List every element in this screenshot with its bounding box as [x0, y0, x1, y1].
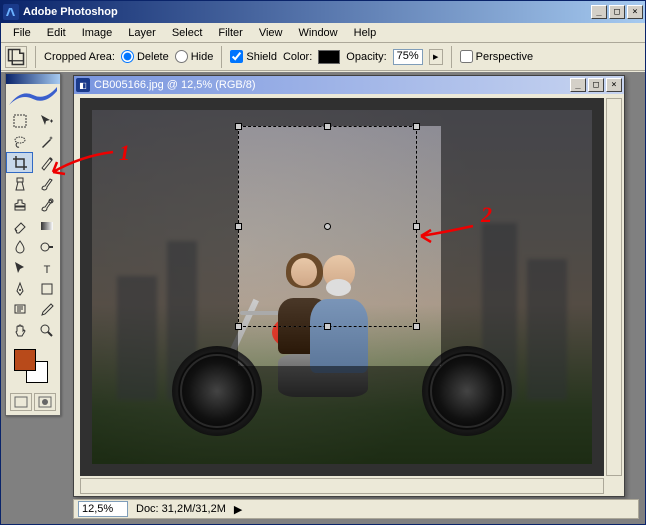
mode-buttons	[6, 393, 60, 415]
document-icon: ◧	[76, 78, 90, 92]
type-tool[interactable]: T	[33, 257, 60, 278]
crop-shield-top	[80, 98, 604, 126]
status-arrow-icon[interactable]: ▶	[234, 503, 242, 516]
app-icon	[3, 4, 19, 20]
menu-image[interactable]: Image	[74, 25, 121, 41]
slice-tool[interactable]	[33, 152, 60, 173]
app-title: Adobe Photoshop	[23, 6, 591, 18]
color-picker	[6, 345, 60, 389]
toolbox[interactable]: T	[5, 73, 61, 416]
doc-maximize-button[interactable]: □	[588, 78, 604, 92]
magic-wand-tool[interactable]	[33, 131, 60, 152]
foreground-color[interactable]	[14, 349, 36, 371]
crop-handle-bc[interactable]	[324, 323, 331, 330]
history-brush-tool[interactable]	[33, 194, 60, 215]
crop-handle-mr[interactable]	[413, 223, 420, 230]
crop-tool[interactable]	[6, 152, 33, 173]
menu-help[interactable]: Help	[346, 25, 385, 41]
shape-tool[interactable]	[33, 278, 60, 299]
opacity-stepper[interactable]: ▶	[429, 49, 443, 65]
document-titlebar[interactable]: ◧ CB005166.jpg @ 12,5% (RGB/8) _ □ ×	[74, 76, 624, 94]
healing-brush-tool[interactable]	[6, 173, 33, 194]
crop-handle-center[interactable]	[324, 223, 331, 230]
notes-tool[interactable]	[6, 299, 33, 320]
tool-preset-picker[interactable]	[5, 46, 27, 68]
status-bar: 12,5% Doc: 31,2M/31,2M ▶	[73, 499, 639, 519]
crop-handle-tr[interactable]	[413, 123, 420, 130]
lasso-tool[interactable]	[6, 131, 33, 152]
menubar: File Edit Image Layer Select Filter View…	[1, 23, 645, 43]
app-window: Adobe Photoshop _ □ × File Edit Image La…	[0, 0, 646, 525]
crop-handle-br[interactable]	[413, 323, 420, 330]
crop-handle-ml[interactable]	[235, 223, 242, 230]
standard-mode-button[interactable]	[10, 393, 32, 411]
cropped-area-label: Cropped Area:	[44, 51, 115, 63]
eyedropper-tool[interactable]	[33, 299, 60, 320]
shield-checkbox[interactable]: Shield	[230, 50, 277, 63]
svg-text:T: T	[43, 264, 50, 276]
vertical-scrollbar[interactable]	[606, 98, 622, 476]
titlebar[interactable]: Adobe Photoshop _ □ ×	[1, 1, 645, 23]
menu-file[interactable]: File	[5, 25, 39, 41]
crop-handle-bl[interactable]	[235, 323, 242, 330]
clone-stamp-tool[interactable]	[6, 194, 33, 215]
opacity-label: Opacity:	[346, 51, 386, 63]
doc-close-button[interactable]: ×	[606, 78, 622, 92]
close-button[interactable]: ×	[627, 5, 643, 19]
options-bar: Cropped Area: Delete Hide Shield Color: …	[1, 43, 645, 71]
crop-shield-left	[80, 126, 238, 366]
move-tool[interactable]	[33, 110, 60, 131]
blur-tool[interactable]	[6, 236, 33, 257]
workspace: T ◧ CB005166.jpg @ 12,5% (RGB/8)	[1, 72, 645, 524]
brush-tool[interactable]	[33, 173, 60, 194]
doc-size-readout: Doc: 31,2M/31,2M	[136, 503, 226, 515]
menu-select[interactable]: Select	[164, 25, 211, 41]
crop-marquee[interactable]	[238, 126, 417, 327]
zoom-field[interactable]: 12,5%	[78, 501, 128, 517]
eraser-tool[interactable]	[6, 215, 33, 236]
pen-tool[interactable]	[6, 278, 33, 299]
document-title: CB005166.jpg @ 12,5% (RGB/8)	[94, 79, 570, 91]
hand-tool[interactable]	[6, 320, 33, 341]
menu-filter[interactable]: Filter	[210, 25, 250, 41]
dodge-tool[interactable]	[33, 236, 60, 257]
marquee-tool[interactable]	[6, 110, 33, 131]
menu-view[interactable]: View	[251, 25, 291, 41]
minimize-button[interactable]: _	[591, 5, 607, 19]
horizontal-scrollbar[interactable]	[80, 478, 604, 494]
document-window: ◧ CB005166.jpg @ 12,5% (RGB/8) _ □ ×	[73, 75, 625, 497]
zoom-tool[interactable]	[33, 320, 60, 341]
tool-grid: T	[6, 110, 60, 341]
toolbox-header[interactable]	[6, 74, 60, 84]
menu-edit[interactable]: Edit	[39, 25, 74, 41]
shield-color-label: Color:	[283, 51, 312, 63]
window-button-group: _ □ ×	[591, 5, 643, 19]
crop-handle-tc[interactable]	[324, 123, 331, 130]
canvas[interactable]	[80, 98, 604, 476]
maximize-button[interactable]: □	[609, 5, 625, 19]
path-selection-tool[interactable]	[6, 257, 33, 278]
crop-shield-bottom	[80, 366, 604, 476]
perspective-checkbox[interactable]: Perspective	[460, 50, 533, 63]
menu-layer[interactable]: Layer	[120, 25, 164, 41]
gradient-tool[interactable]	[33, 215, 60, 236]
cropped-area-delete[interactable]: Delete	[121, 50, 169, 63]
menu-window[interactable]: Window	[291, 25, 346, 41]
toolbox-logo	[6, 84, 60, 108]
quickmask-mode-button[interactable]	[34, 393, 56, 411]
cropped-area-hide[interactable]: Hide	[175, 50, 214, 63]
crop-handle-tl[interactable]	[235, 123, 242, 130]
crop-shield-right	[441, 126, 604, 366]
opacity-field[interactable]: 75%	[393, 49, 423, 65]
doc-minimize-button[interactable]: _	[570, 78, 586, 92]
shield-color-swatch[interactable]	[318, 50, 340, 64]
